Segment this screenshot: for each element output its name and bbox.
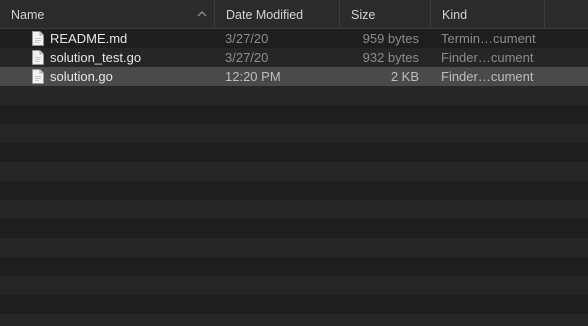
finder-list-view: Name Date Modified Size Kind README.md 3/… — [0, 0, 588, 326]
file-name: README.md — [50, 31, 128, 46]
file-kind: Termin…cument — [441, 31, 536, 46]
file-list: README.md 3/27/20 959 bytes Termin…cument so… — [0, 29, 588, 326]
file-row[interactable]: solution.go 12:20 PM 2 KB Finder…cument — [0, 67, 588, 86]
column-header-kind[interactable]: Kind — [431, 0, 545, 28]
empty-row — [0, 86, 588, 105]
document-icon — [32, 69, 44, 84]
empty-row — [0, 124, 588, 143]
column-header-bar: Name Date Modified Size Kind — [0, 0, 588, 29]
file-date-modified: 12:20 PM — [225, 69, 281, 84]
document-icon — [32, 31, 44, 46]
empty-row — [0, 219, 588, 238]
file-size: 959 bytes — [362, 31, 419, 46]
file-kind: Finder…cument — [441, 69, 534, 84]
file-date-modified: 3/27/20 — [225, 31, 269, 46]
column-header-name[interactable]: Name — [0, 0, 215, 28]
empty-row — [0, 200, 588, 219]
empty-row — [0, 295, 588, 314]
empty-row — [0, 238, 588, 257]
column-header-empty[interactable] — [545, 0, 588, 28]
column-header-size[interactable]: Size — [340, 0, 431, 28]
document-icon — [32, 50, 44, 65]
file-size: 2 KB — [390, 69, 419, 84]
column-header-date-modified[interactable]: Date Modified — [215, 0, 340, 28]
file-size: 932 bytes — [362, 50, 419, 65]
file-date-modified: 3/27/20 — [225, 50, 269, 65]
file-row[interactable]: README.md 3/27/20 959 bytes Termin…cument — [0, 29, 588, 48]
empty-row — [0, 276, 588, 295]
empty-row — [0, 105, 588, 124]
empty-row — [0, 181, 588, 200]
file-name: solution.go — [50, 69, 113, 84]
empty-row — [0, 162, 588, 181]
file-kind: Finder…cument — [441, 50, 534, 65]
file-row[interactable]: solution_test.go 3/27/20 932 bytes Finder…c… — [0, 48, 588, 67]
file-name: solution_test.go — [50, 50, 142, 65]
empty-row — [0, 143, 588, 162]
empty-row — [0, 257, 588, 276]
empty-row — [0, 314, 588, 326]
chevron-up-icon[interactable] — [197, 10, 207, 18]
